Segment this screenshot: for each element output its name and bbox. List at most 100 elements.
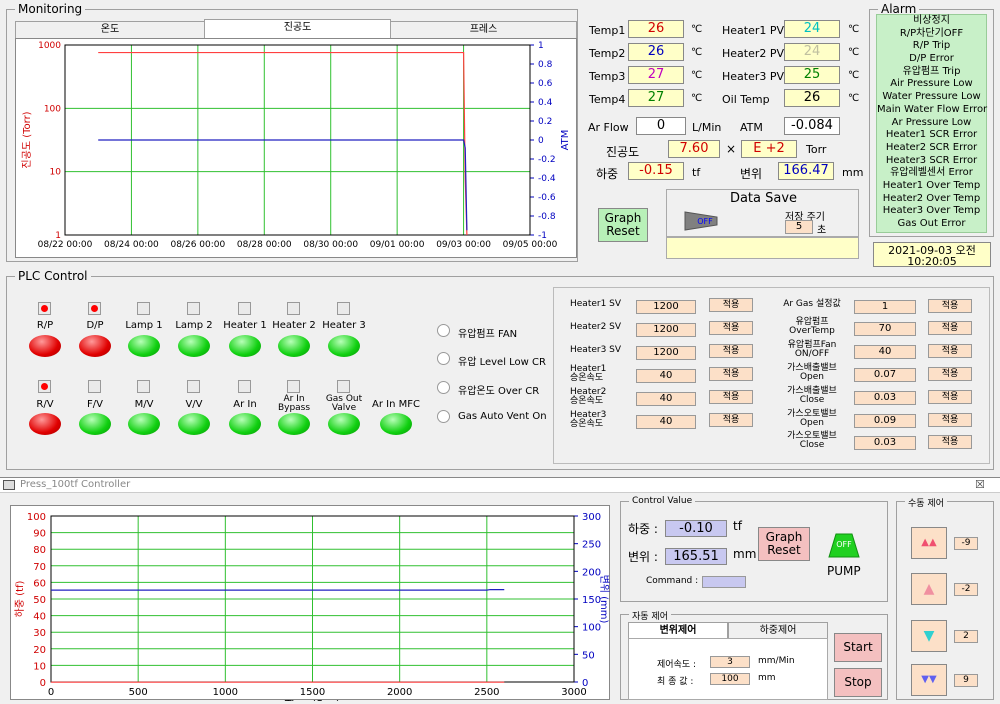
heater-unit-2: ℃	[848, 47, 860, 58]
disp-value: 166.47	[778, 162, 834, 180]
tab-vacuum[interactable]: 진공도	[204, 19, 391, 38]
plc-button-gas-out-valve[interactable]	[328, 413, 360, 435]
setting-input[interactable]: 40	[636, 415, 696, 429]
alarm-item: Heater1 Over Temp	[882, 179, 981, 191]
setting-input[interactable]: 40	[636, 392, 696, 406]
x-tick-label: 2000	[387, 687, 412, 698]
alarm-item: 비상정지	[913, 15, 950, 26]
radio-option[interactable]	[437, 352, 450, 365]
apply-button[interactable]: 적용	[709, 321, 753, 335]
x-tick-label: 09/03 00:00	[436, 240, 491, 250]
y-left-label: 진공도 (Torr)	[21, 111, 33, 168]
setting-input[interactable]: 0.03	[854, 436, 916, 450]
apply-button[interactable]: 적용	[928, 413, 972, 427]
plc-button-r-v[interactable]	[29, 413, 61, 435]
radio-label: 유압온도 Over CR	[458, 386, 540, 397]
manual-step-value[interactable]: 9	[954, 674, 978, 687]
apply-button[interactable]: 적용	[928, 299, 972, 313]
radio-option[interactable]	[437, 410, 450, 423]
setting-input[interactable]: 40	[636, 369, 696, 383]
heater-label-1: Heater1 PV	[722, 24, 785, 37]
alarm-item: Heater3 SCR Error	[885, 154, 978, 166]
manual-step-button[interactable]: ▲▲	[911, 527, 947, 559]
plc-button-ar-in-mfc[interactable]	[380, 413, 412, 435]
temp-value-4: 27	[628, 89, 684, 107]
press-disp-value: 165.51	[665, 548, 727, 565]
data-save-toggle[interactable]: OFF	[683, 210, 719, 232]
indicator-f-v	[88, 380, 101, 393]
graph-reset-button[interactable]: Graph Reset	[598, 208, 648, 242]
plc-button-heater-2[interactable]	[278, 335, 310, 357]
setting-label: 가스배출밸브 Close	[787, 386, 837, 405]
setting-input[interactable]: 0.07	[854, 368, 916, 382]
pump-button[interactable]: OFF	[826, 531, 862, 561]
apply-button[interactable]: 적용	[928, 367, 972, 381]
tab-press[interactable]: 프레스	[390, 21, 577, 38]
plc-button-r-p[interactable]	[29, 335, 61, 357]
apply-button[interactable]: 적용	[928, 321, 972, 335]
apply-button[interactable]: 적용	[709, 344, 753, 358]
plc-button-ar-in-bypass[interactable]	[278, 413, 310, 435]
indicator-lamp-1	[137, 302, 150, 315]
manual-step-value[interactable]: -2	[954, 583, 978, 596]
tab-temperature[interactable]: 온도	[15, 21, 205, 38]
stop-button[interactable]: Stop	[834, 668, 882, 697]
temp-value-3: 27	[628, 66, 684, 84]
plc-button-lamp-2[interactable]	[178, 335, 210, 357]
vacuum-chart: 08/22 00:00 08/24 00:00 08/26 00:00 08/28 0…	[21, 41, 571, 250]
start-button[interactable]: Start	[834, 633, 882, 662]
setting-input[interactable]: 0.09	[854, 414, 916, 428]
manual-step-value[interactable]: 2	[954, 630, 978, 643]
apply-button[interactable]: 적용	[709, 298, 753, 312]
setting-input[interactable]: 1	[854, 300, 916, 314]
final-input[interactable]: 100	[710, 673, 750, 685]
save-path-field[interactable]	[666, 237, 859, 259]
x-tick-label: 0	[48, 687, 54, 698]
tab-displacement-control[interactable]: 변위제어	[628, 622, 728, 639]
speed-input[interactable]: 3	[710, 656, 750, 668]
command-input[interactable]	[702, 576, 746, 588]
setting-input[interactable]: 1200	[636, 346, 696, 360]
window-close-icon[interactable]: ☒	[975, 478, 985, 491]
y-right-tick: 0	[538, 136, 544, 146]
y-right-tick: 300	[582, 512, 601, 523]
apply-button[interactable]: 적용	[709, 390, 753, 404]
apply-button[interactable]: 적용	[709, 367, 753, 381]
tab-load-control[interactable]: 하중제어	[728, 622, 828, 639]
alarm-item: R/P차단기OFF	[899, 27, 964, 39]
setting-label: Heater1 SV	[570, 299, 622, 309]
indicator-dot	[290, 383, 297, 390]
setting-input[interactable]: 1200	[636, 323, 696, 337]
apply-button[interactable]: 적용	[928, 344, 972, 358]
plc-button-ar-in[interactable]	[229, 413, 261, 435]
plc-button-v-v[interactable]	[178, 413, 210, 435]
plc-button-f-v[interactable]	[79, 413, 111, 435]
plc-button-m-v[interactable]	[128, 413, 160, 435]
plc-button-heater-1[interactable]	[229, 335, 261, 357]
manual-step-button[interactable]: ▼▼	[911, 664, 947, 696]
setting-input[interactable]: 0.03	[854, 391, 916, 405]
press-graph-reset-button[interactable]: Graph Reset	[758, 527, 810, 561]
final-label: 최 종 값 :	[657, 677, 694, 687]
apply-button[interactable]: 적용	[928, 435, 972, 449]
y-left-tick: 70	[33, 562, 46, 573]
manual-step-button[interactable]: ▲	[911, 573, 947, 605]
apply-button[interactable]: 적용	[928, 390, 972, 404]
save-period-input[interactable]: 5	[785, 220, 813, 234]
setting-input[interactable]: 70	[854, 322, 916, 336]
setting-label: 유압펌프Fan ON/OFF	[787, 340, 837, 359]
vacuum-exponent: E +2	[741, 140, 797, 158]
vacuum-mantissa: 7.60	[668, 140, 720, 158]
command-label: Command :	[646, 576, 699, 586]
radio-option[interactable]	[437, 324, 450, 337]
setting-input[interactable]: 1200	[636, 300, 696, 314]
apply-button[interactable]: 적용	[709, 413, 753, 427]
manual-step-button[interactable]: ▼	[911, 620, 947, 652]
setting-input[interactable]: 40	[854, 345, 916, 359]
plc-button-heater-3[interactable]	[328, 335, 360, 357]
radio-option[interactable]	[437, 381, 450, 394]
x-tick-label: 08/24 00:00	[104, 240, 159, 250]
plc-button-lamp-1[interactable]	[128, 335, 160, 357]
manual-step-value[interactable]: -9	[954, 537, 978, 550]
plc-button-d-p[interactable]	[79, 335, 111, 357]
